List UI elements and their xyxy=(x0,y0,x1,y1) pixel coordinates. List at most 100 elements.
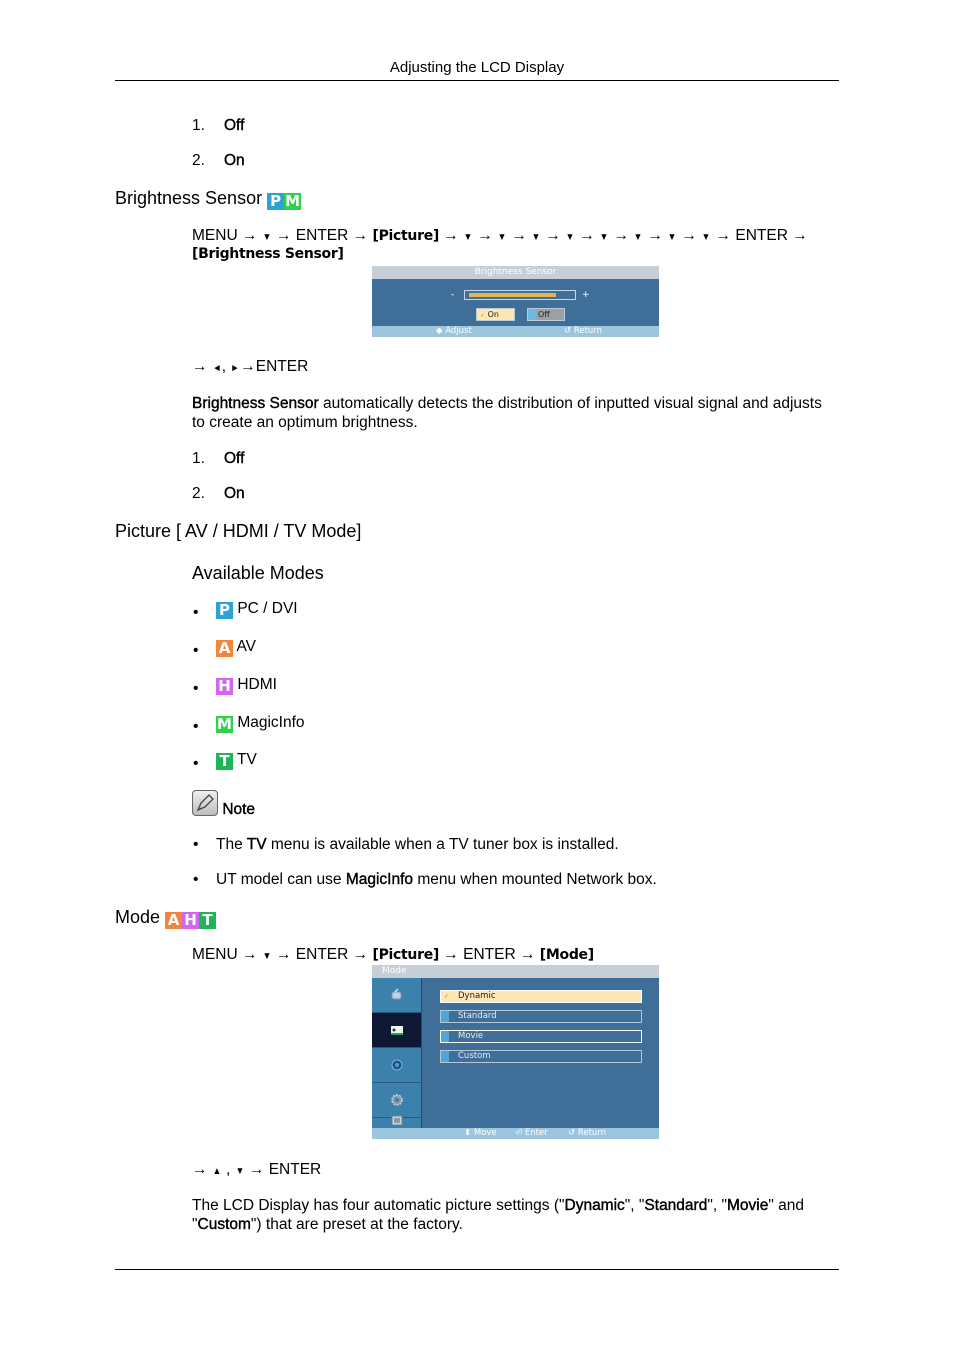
bullet: • xyxy=(193,755,199,772)
note-label: Note xyxy=(222,801,256,818)
multi-control-icon xyxy=(391,1115,403,1126)
mode-option-custom[interactable]: Custom xyxy=(440,1050,642,1063)
option-marker xyxy=(441,1051,449,1062)
mode-label: HDMI xyxy=(237,676,277,693)
off-option-button[interactable]: Off xyxy=(527,308,565,321)
mode-label: TV xyxy=(237,751,257,768)
down-arrow-icon: ▼ xyxy=(701,232,711,243)
arrow-right-icon: → xyxy=(477,227,493,244)
separator: , xyxy=(226,1161,231,1178)
note-text-post: menu when mounted Network box. xyxy=(413,871,657,888)
return-icon: ↺ xyxy=(568,1128,576,1138)
mode-heading: Mode AHT xyxy=(115,907,217,929)
option-marker xyxy=(441,1031,449,1042)
sidebar-item-sound[interactable] xyxy=(372,1048,421,1083)
mode-option-movie[interactable]: Movie xyxy=(440,1030,642,1043)
note-item: • UT model can use MagicInfo menu when m… xyxy=(193,870,657,889)
sidebar-item-setup[interactable] xyxy=(372,1083,421,1118)
description-text: automatically detects the distribution o… xyxy=(318,395,822,412)
arrow-right-icon: → xyxy=(519,946,536,963)
magicinfo-mode-badge-icon: M xyxy=(284,192,302,210)
mode-badge-icon: T xyxy=(216,753,233,770)
header-rule xyxy=(115,80,839,81)
arrow-right-icon: → xyxy=(613,227,629,244)
av-mode-badge-icon: A xyxy=(165,912,183,929)
list-label: Off xyxy=(224,117,245,134)
list-number: 1. xyxy=(192,450,205,467)
desc-text: The LCD Display has four automatic pictu… xyxy=(192,1197,565,1214)
available-modes-heading: Available Modes xyxy=(192,563,324,583)
mode-option-dynamic[interactable]: ✓ Dynamic xyxy=(440,990,642,1003)
minus-label: - xyxy=(451,290,455,300)
picture-icon xyxy=(391,1026,403,1035)
navigation-hint: → ▲ , ▼ → ENTER xyxy=(192,1160,321,1181)
arrow-right-icon: → xyxy=(240,358,256,375)
bullet: • xyxy=(193,680,199,697)
path-picture: [Picture] xyxy=(372,947,439,963)
desc-text: ", " xyxy=(707,1197,727,1214)
menu-path: MENU → ▼ → ENTER → [Picture] → ▼ → ▼ → ▼… xyxy=(192,226,808,247)
desc-term: Dynamic xyxy=(564,1197,625,1214)
osd-title: Brightness Sensor xyxy=(372,266,659,279)
arrow-right-icon: → xyxy=(275,946,292,963)
arrow-right-icon: → xyxy=(579,227,595,244)
down-arrow-icon: ▼ xyxy=(565,232,575,243)
arrow-right-icon: → xyxy=(352,946,369,963)
arrow-right-icon: → xyxy=(792,227,808,244)
picture-section-heading: Picture [ AV / HDMI / TV Mode] xyxy=(115,521,362,541)
heading-text: Brightness Sensor xyxy=(115,188,263,208)
check-icon: ✓ xyxy=(480,312,486,319)
note-header: Note xyxy=(192,790,255,819)
list-label: Off xyxy=(224,450,245,467)
note-item: • The TV menu is available when a TV tun… xyxy=(193,835,619,854)
arrow-right-icon: → xyxy=(715,227,732,244)
menu-path: MENU → ▼ → ENTER → [Picture] → ENTER → [… xyxy=(192,945,594,966)
adjust-hint: ◆ Adjust xyxy=(436,326,472,336)
sidebar-item-input[interactable] xyxy=(372,978,421,1013)
brightness-description-line2: to create an optimum brightness. xyxy=(192,414,418,431)
path-mode: [Mode] xyxy=(539,947,594,963)
arrow-right-icon: → xyxy=(443,946,459,963)
left-arrow-icon: ◄ xyxy=(212,363,222,374)
sidebar-item-picture[interactable] xyxy=(372,1013,421,1048)
desc-term: Standard xyxy=(644,1197,708,1214)
mode-badge-icon: P xyxy=(216,602,233,619)
note-text-post: menu is available when a TV tuner box is… xyxy=(266,836,619,853)
note-text-pre: UT model can use xyxy=(216,871,346,888)
page-header-title: Adjusting the LCD Display xyxy=(389,59,565,76)
arrow-right-icon: → xyxy=(192,1161,208,1178)
note-pencil-icon xyxy=(192,790,218,816)
desc-text: " and xyxy=(768,1197,804,1214)
return-icon: ↺ xyxy=(564,326,572,336)
up-arrow-icon: ▲ xyxy=(212,1166,222,1177)
down-arrow-icon: ▼ xyxy=(599,232,609,243)
on-label: On xyxy=(487,310,499,319)
desc-text: ") that are preset at the factory. xyxy=(250,1216,463,1233)
enter-label: Enter xyxy=(524,1128,548,1138)
brightness-slider[interactable] xyxy=(464,290,576,300)
down-arrow-icon: ▼ xyxy=(531,232,541,243)
desc-term: Custom xyxy=(197,1216,251,1233)
note-text: The TV menu is available when a TV tuner… xyxy=(216,835,619,854)
on-option-button[interactable]: ✓ On xyxy=(476,308,515,321)
mode-option-standard[interactable]: Standard xyxy=(440,1010,642,1023)
list-item: 2. On xyxy=(192,151,245,170)
brightness-sensor-osd: Brightness Sensor - + ✓ On Off ◆ Adjust … xyxy=(372,266,659,337)
down-arrow-icon: ▼ xyxy=(633,232,643,243)
arrow-right-icon: → xyxy=(511,227,527,244)
sidebar-item-multi-control[interactable] xyxy=(372,1115,421,1128)
bullet: • xyxy=(193,642,199,659)
arrow-right-icon: → xyxy=(443,227,459,244)
option-marker xyxy=(441,1011,449,1022)
pc-mode-badge-icon: P xyxy=(267,193,285,210)
list-item: 1. Off xyxy=(192,449,245,468)
brightness-slider-fill xyxy=(469,293,556,297)
mode-list-item: • M MagicInfo xyxy=(193,714,305,736)
brightness-description: Brightness Sensor automatically detects … xyxy=(192,394,839,413)
list-item: 2. On xyxy=(192,484,245,503)
enter-label: ENTER xyxy=(255,358,309,375)
mode-list-item: • H HDMI xyxy=(193,676,277,698)
note-text-pre: The xyxy=(216,836,247,853)
description-term: Brightness Sensor xyxy=(192,395,319,412)
down-arrow-icon: ▼ xyxy=(497,232,507,243)
